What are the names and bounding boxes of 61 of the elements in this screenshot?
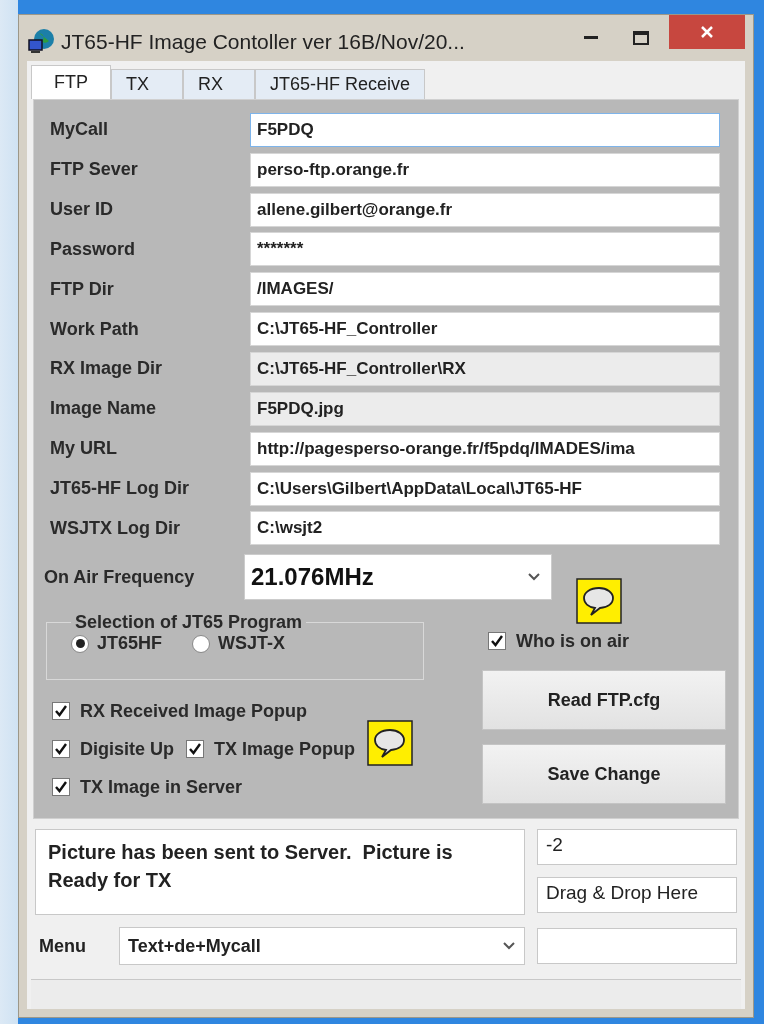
text-field[interactable]: C:\JT65-HF_Controller <box>250 312 720 347</box>
radio-button[interactable] <box>71 634 89 653</box>
close-icon <box>700 25 714 39</box>
field-label: WSJTX Log Dir <box>49 517 181 539</box>
drop-target[interactable]: Drag & Drop Here <box>537 877 737 913</box>
text-field[interactable] <box>537 928 737 964</box>
text-field[interactable]: /IMAGES/ <box>250 272 720 307</box>
radio-button[interactable] <box>192 634 211 653</box>
checkbox-label: TX Image Popup <box>214 738 356 760</box>
checkbox[interactable] <box>52 778 70 797</box>
text-field[interactable]: http://pagesperso-orange.fr/f5pdq/IMADES/ima <box>250 431 720 466</box>
checkbox-label: RX Received Image Popup <box>80 700 308 722</box>
maximize-icon <box>633 31 649 45</box>
chevron-down-icon <box>502 941 516 951</box>
tab[interactable]: JT65-HF Receive <box>255 69 426 99</box>
field-label: JT65-HF Log Dir <box>49 478 190 499</box>
radio-label: JT65HF <box>97 633 163 655</box>
action-button[interactable]: Save Change <box>482 744 726 805</box>
text-field[interactable]: allene.gilbert@orange.fr <box>250 192 720 227</box>
tab[interactable]: FTP <box>31 65 111 99</box>
checkbox[interactable] <box>186 740 204 759</box>
group-title: Selection of JT65 Program <box>74 612 304 634</box>
menu-label: Menu <box>38 935 87 957</box>
checkbox[interactable] <box>52 702 70 721</box>
globe-monitor-icon <box>27 28 55 56</box>
speech-bubble-icon[interactable] <box>367 720 414 767</box>
field-label: FTP Sever <box>49 159 139 181</box>
field-label: My URL <box>49 438 118 460</box>
text-field[interactable]: C:\wsjt2 <box>250 511 720 546</box>
frequency-dropdown[interactable]: 21.076MHz <box>244 554 552 601</box>
checkbox-label: Digisite Up <box>80 738 174 760</box>
text-field[interactable]: C:\JT65-HF_Controller\RX <box>250 352 720 386</box>
frequency-label: On Air Frequency <box>44 566 196 588</box>
checkbox-label: TX Image in Server <box>80 776 243 798</box>
field-label: User ID <box>49 199 115 221</box>
field-label: Password <box>49 238 137 260</box>
speech-bubble-icon[interactable] <box>576 578 622 625</box>
field-label: Image Name <box>49 398 158 420</box>
field-label: RX Image Dir <box>49 358 164 380</box>
checkbox[interactable] <box>52 740 70 759</box>
field-label: Work Path <box>49 318 140 340</box>
checkbox-label: Who is on air <box>516 630 629 652</box>
chevron-down-icon <box>527 572 541 583</box>
minimize-icon <box>584 36 598 40</box>
checkbox[interactable] <box>488 632 506 651</box>
counter-field[interactable]: -2 <box>537 829 737 865</box>
text-field[interactable]: F5PDQ <box>250 112 720 147</box>
status-message: Picture has been sent to Server. Picture is Ready for TX <box>35 829 525 915</box>
radio-label: WSJT-X <box>218 633 286 655</box>
close-button[interactable] <box>669 15 745 49</box>
menu-dropdown[interactable]: Text+de+Mycall <box>119 927 525 965</box>
field-label: FTP Dir <box>49 278 115 300</box>
text-field[interactable]: F5PDQ.jpg <box>250 391 720 426</box>
tab[interactable]: TX <box>111 69 183 99</box>
text-field[interactable]: perso-ftp.orange.fr <box>250 152 720 187</box>
action-button[interactable]: Read FTP.cfg <box>482 670 726 731</box>
text-field[interactable]: ******* <box>250 232 720 267</box>
text-field[interactable]: C:\Users\Gilbert\AppData\Local\JT65-HF <box>250 471 720 506</box>
field-label: MyCall <box>49 119 110 141</box>
tab[interactable]: RX <box>183 69 255 99</box>
window-title: JT65-HF Image Contoller ver 16B/Nov/20... <box>61 30 466 54</box>
